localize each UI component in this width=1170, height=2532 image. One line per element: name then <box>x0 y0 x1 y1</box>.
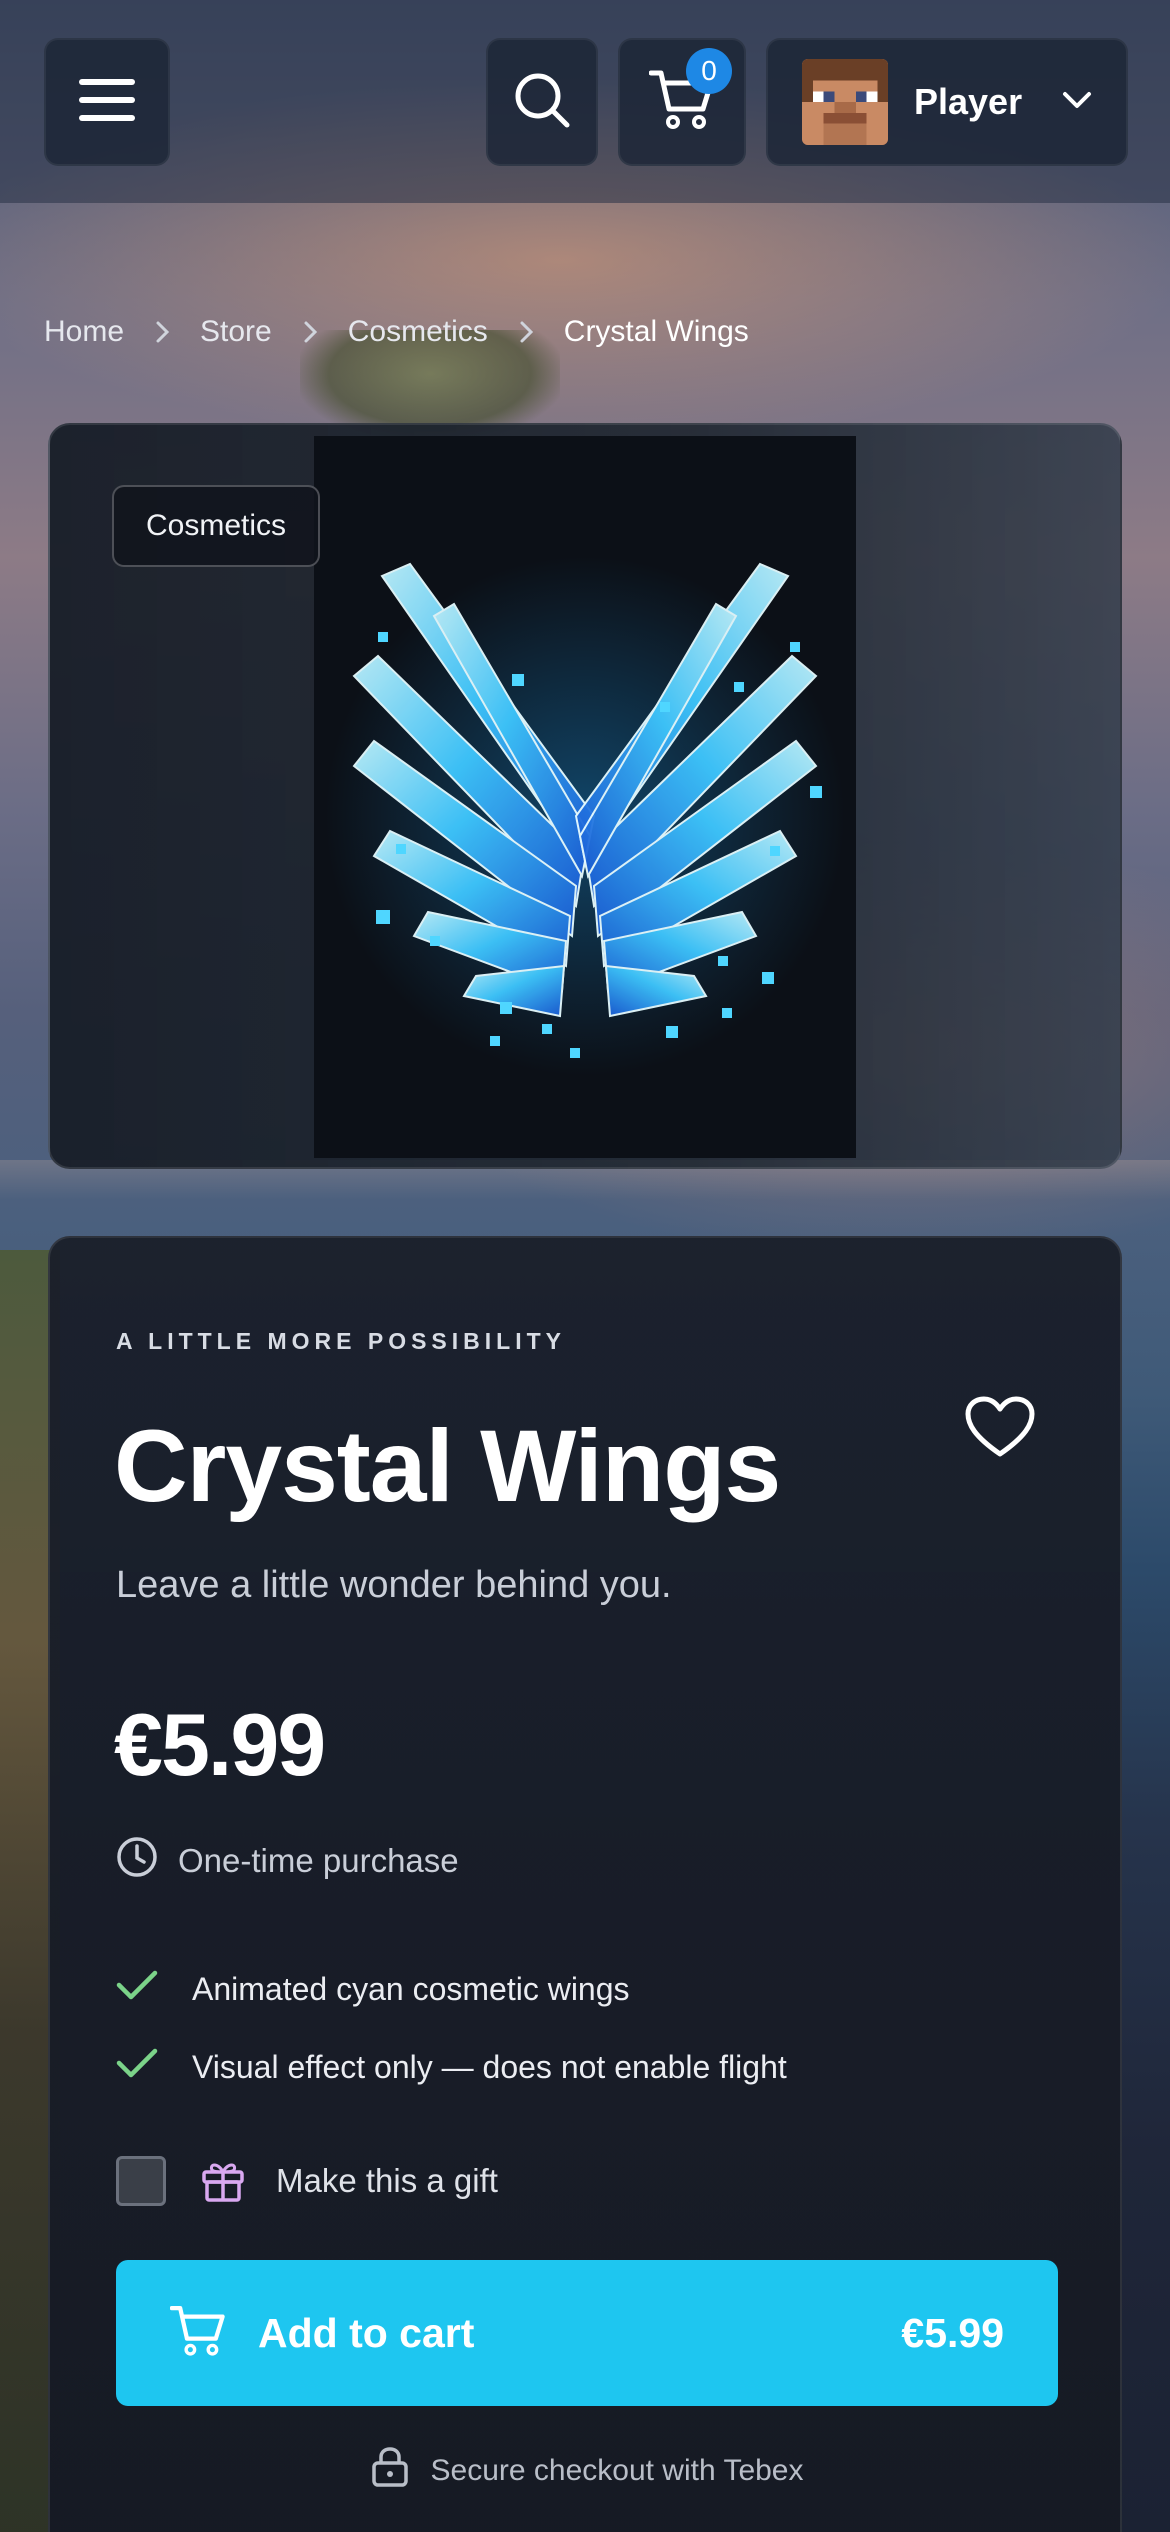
check-icon <box>116 2047 158 2087</box>
cart-icon <box>169 2304 226 2363</box>
product-image-card: Cosmetics <box>48 423 1122 1169</box>
chevron-right-icon <box>154 320 170 344</box>
hamburger-menu-icon <box>79 77 135 128</box>
gift-label[interactable]: Make this a gift <box>276 2162 498 2200</box>
crystal-wings-art <box>314 436 856 1158</box>
product-subtitle: Leave a little wonder behind you. <box>116 1564 672 1606</box>
feature-text: Visual effect only — does not enable fli… <box>192 2048 787 2085</box>
add-to-cart-button[interactable]: Add to cart €5.99 <box>116 2260 1058 2406</box>
user-menu-button[interactable]: Player <box>766 38 1128 166</box>
secure-checkout-note: Secure checkout with Tebex <box>50 2446 1124 2496</box>
lock-icon <box>371 2446 409 2496</box>
cart-count-badge: 0 <box>686 48 732 94</box>
breadcrumb: Home Store Cosmetics Crystal Wings <box>44 310 749 354</box>
menu-button[interactable] <box>44 38 170 166</box>
category-badge: Cosmetics <box>112 485 321 567</box>
breadcrumb-current: Crystal Wings <box>563 315 749 348</box>
breadcrumb-store[interactable]: Store <box>200 315 272 349</box>
search-icon <box>513 71 571 134</box>
chevron-right-icon <box>302 320 318 344</box>
breadcrumb-cosmetics[interactable]: Cosmetics <box>348 315 488 349</box>
list-item: Animated cyan cosmetic wings <box>116 1950 787 2028</box>
product-eyebrow: A LITTLE MORE POSSIBILITY <box>116 1328 566 1354</box>
avatar <box>802 59 888 145</box>
product-price: €5.99 <box>114 1695 326 1794</box>
gift-option: Make this a gift <box>116 2156 498 2206</box>
gift-checkbox[interactable] <box>116 2156 166 2206</box>
favorite-button[interactable] <box>964 1396 1040 1462</box>
top-header: 0 Player <box>0 0 1170 203</box>
check-icon <box>116 1969 158 2009</box>
add-to-cart-label: Add to cart <box>258 2309 475 2356</box>
secure-checkout-text: Secure checkout with Tebex <box>430 2454 804 2487</box>
gift-icon <box>200 2158 246 2204</box>
purchase-type-label: One-time purchase <box>178 1842 459 1879</box>
clock-icon <box>116 1836 158 1886</box>
purchase-type: One-time purchase <box>116 1836 459 1886</box>
add-to-cart-price: €5.99 <box>901 2309 1004 2356</box>
user-name: Player <box>914 81 1023 122</box>
breadcrumb-home[interactable]: Home <box>44 315 124 349</box>
heart-icon <box>964 1396 1036 1464</box>
chevron-right-icon <box>518 320 534 344</box>
chevron-down-icon <box>1062 90 1092 115</box>
list-item: Visual effect only — does not enable fli… <box>116 2028 787 2106</box>
feature-list: Animated cyan cosmetic wings Visual effe… <box>116 1950 787 2106</box>
product-details-card: A LITTLE MORE POSSIBILITY Crystal Wings … <box>48 1236 1122 2532</box>
feature-text: Animated cyan cosmetic wings <box>192 1970 630 2007</box>
search-button[interactable] <box>486 38 598 166</box>
page-title: Crystal Wings <box>114 1409 781 1523</box>
